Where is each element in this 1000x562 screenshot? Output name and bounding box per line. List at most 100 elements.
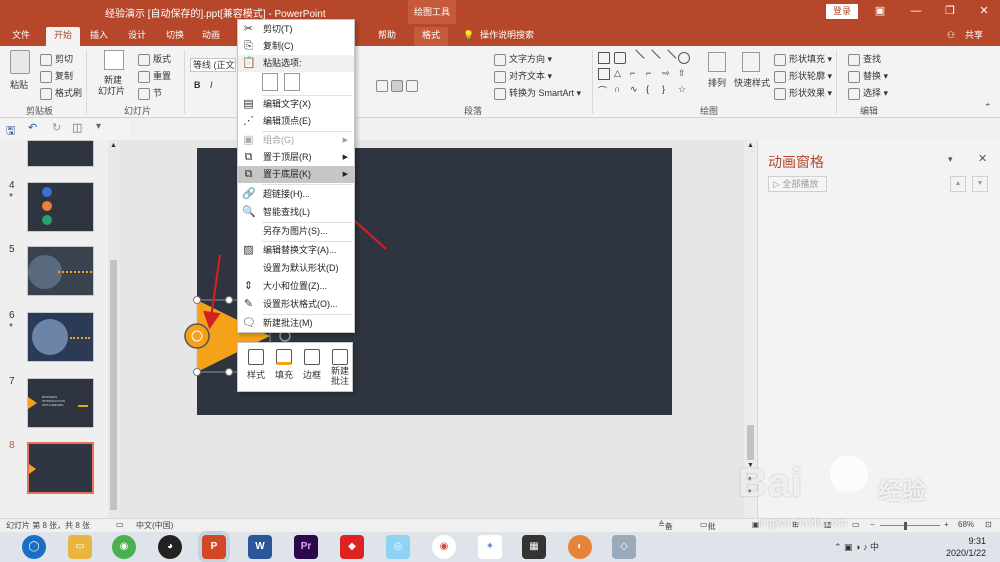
convert-smartart-button[interactable]: 转换为 SmartArt ▾: [494, 86, 581, 100]
shapes-gallery[interactable]: △ ⌐ ⌐ ⇨ ⇧ ⌒ ∩ ∿ { } ☆: [598, 49, 696, 100]
reading-view-icon[interactable]: ▥: [824, 520, 832, 529]
menu-item-send-to-back[interactable]: ⧉ 置于底层(K) ▶: [238, 166, 354, 183]
zoom-level[interactable]: 68%: [958, 520, 974, 529]
minimize-icon[interactable]: —: [908, 3, 924, 19]
reset-button[interactable]: 重置: [138, 69, 171, 83]
browser-icon[interactable]: ◯: [22, 535, 46, 559]
zoom-slider-thumb[interactable]: [904, 522, 907, 530]
brace-shape-icon[interactable]: {: [646, 84, 658, 96]
brace2-shape-icon[interactable]: }: [662, 84, 674, 96]
star-shape-icon[interactable]: ☆: [678, 84, 690, 96]
restore-icon[interactable]: ❐: [942, 3, 958, 19]
curve-shape-icon[interactable]: ⌒: [598, 84, 610, 96]
previous-slide-icon[interactable]: ⇞: [747, 476, 753, 484]
menu-item-cut[interactable]: ✂ 剪切(T): [238, 21, 354, 38]
app-icon[interactable]: ◎: [386, 535, 410, 559]
oval-shape-icon[interactable]: [678, 52, 690, 64]
scroll-up-icon[interactable]: ▲: [110, 142, 117, 149]
app-icon[interactable]: ◐: [568, 535, 592, 559]
tab-design[interactable]: 设计: [122, 27, 152, 46]
app-icon[interactable]: ✦: [478, 535, 502, 559]
rectangle-shape-icon[interactable]: [598, 52, 610, 64]
zoom-in-icon[interactable]: +: [944, 520, 949, 529]
layout-button[interactable]: 版式: [138, 52, 171, 66]
paste-picture-icon[interactable]: [284, 73, 300, 91]
align-text-button[interactable]: 对齐文本 ▾: [494, 69, 552, 83]
word-icon[interactable]: W: [248, 535, 272, 559]
vertical-scrollbar[interactable]: ▲ ▼ ⇞ ⇟: [744, 140, 757, 518]
italic-button[interactable]: I: [210, 80, 213, 90]
system-tray-icons[interactable]: ⌃ ▣ ◑ ♪ 中: [834, 540, 879, 553]
login-button[interactable]: 登录: [826, 4, 858, 19]
undo-icon[interactable]: ↶: [28, 121, 37, 134]
replace-button[interactable]: 替换 ▾: [848, 69, 888, 83]
arrange-button[interactable]: 排列: [708, 76, 726, 89]
border-button[interactable]: 边框: [298, 347, 326, 391]
chrome-icon[interactable]: ◉: [432, 535, 456, 559]
notes-button[interactable]: ≙ 备注: [658, 520, 673, 542]
ribbon-display-icon[interactable]: ▣: [872, 3, 888, 19]
shape-fill-button[interactable]: 形状填充 ▾: [774, 52, 832, 66]
format-painter-button[interactable]: 格式刷: [40, 86, 82, 100]
fill-button[interactable]: 填充: [270, 347, 298, 391]
shape-outline-button[interactable]: 形状轮廓 ▾: [774, 69, 832, 83]
slide-thumbnail-6[interactable]: [27, 312, 94, 362]
paste-icon[interactable]: [10, 50, 30, 74]
resize-handle[interactable]: [225, 368, 233, 376]
connector-shape-icon[interactable]: [659, 49, 677, 67]
close-icon[interactable]: ✕: [976, 3, 992, 19]
rounded-rect-shape-icon[interactable]: [614, 52, 626, 64]
slide-thumbnail-7[interactable]: BUSINESS INTRODUCTION WITH DREAMS: [27, 378, 94, 428]
video-editor-icon[interactable]: ▦: [522, 535, 546, 559]
normal-view-icon[interactable]: ▣: [752, 520, 760, 529]
tell-me-search[interactable]: 操作说明搜索: [480, 27, 570, 46]
alignment-buttons[interactable]: [376, 80, 436, 92]
scroll-up-icon[interactable]: ▲: [747, 142, 754, 149]
menu-item-format-shape[interactable]: ✎ 设置形状格式(O)...: [238, 296, 354, 313]
arrow-line-shape-icon[interactable]: [643, 49, 661, 67]
start-slideshow-icon[interactable]: ◫: [72, 121, 82, 134]
scroll-thumb[interactable]: [747, 425, 754, 460]
menu-item-hyperlink[interactable]: 🔗 超链接(H)...: [238, 186, 354, 203]
menu-item-group[interactable]: ▣ 组合(G) ▶: [238, 132, 354, 149]
slide-thumbnail-3[interactable]: [27, 140, 94, 167]
app-icon[interactable]: ◇: [612, 535, 636, 559]
quick-styles-button[interactable]: 快速样式: [734, 76, 770, 89]
tab-format[interactable]: 格式: [414, 27, 448, 46]
menu-item-bring-to-front[interactable]: ⧉ 置于顶层(R) ▶: [238, 149, 354, 166]
cut-button[interactable]: 剪切: [40, 52, 73, 66]
paste-option-icon[interactable]: [262, 73, 278, 91]
powerpoint-icon[interactable]: P: [202, 535, 226, 559]
menu-item-new-comment[interactable]: 🗨 新建批注(M): [238, 315, 354, 332]
zoom-out-icon[interactable]: −: [870, 520, 875, 529]
app-icon[interactable]: ◆: [340, 535, 364, 559]
zoom-slider[interactable]: [880, 525, 940, 526]
section-button[interactable]: 节: [138, 86, 162, 100]
slideshow-icon[interactable]: ▭: [852, 520, 860, 529]
close-pane-icon[interactable]: ✕: [978, 152, 987, 165]
menu-item-save-as-picture[interactable]: 另存为图片(S)...: [238, 223, 354, 240]
elbow2-shape-icon[interactable]: ⌐: [646, 68, 658, 80]
align-left-icon[interactable]: [376, 80, 388, 92]
fit-to-window-icon[interactable]: ⊡: [985, 520, 992, 529]
premiere-icon[interactable]: Pr: [294, 535, 318, 559]
align-center-icon[interactable]: [391, 80, 403, 92]
tab-transitions[interactable]: 切换: [160, 27, 190, 46]
menu-item-set-default-shape[interactable]: 设置为默认形状(D): [238, 260, 354, 277]
customize-qat-icon[interactable]: ▾: [96, 121, 101, 132]
quick-styles-icon[interactable]: [742, 52, 760, 72]
tab-insert[interactable]: 插入: [84, 27, 114, 46]
clock[interactable]: 9:31 2020/1/22: [946, 535, 986, 559]
slide-thumbnail-8[interactable]: [27, 442, 94, 494]
resize-handle[interactable]: [193, 368, 201, 376]
bold-button[interactable]: B: [194, 80, 201, 90]
shape-effects-button[interactable]: 形状效果 ▾: [774, 86, 832, 100]
scroll-down-icon[interactable]: ▼: [747, 462, 754, 469]
tab-home[interactable]: 开始: [46, 27, 80, 46]
move-down-icon[interactable]: ▼: [972, 176, 988, 192]
font-name-dropdown[interactable]: 等线 (正文): [190, 58, 236, 72]
collapse-ribbon-icon[interactable]: ⌃: [984, 102, 992, 113]
tab-file[interactable]: 文件: [6, 27, 36, 46]
menu-item-edit-alt-text[interactable]: ▨ 编辑替换文字(A)...: [238, 242, 354, 259]
menu-item-copy[interactable]: ⎘ 复制(C): [238, 38, 354, 55]
